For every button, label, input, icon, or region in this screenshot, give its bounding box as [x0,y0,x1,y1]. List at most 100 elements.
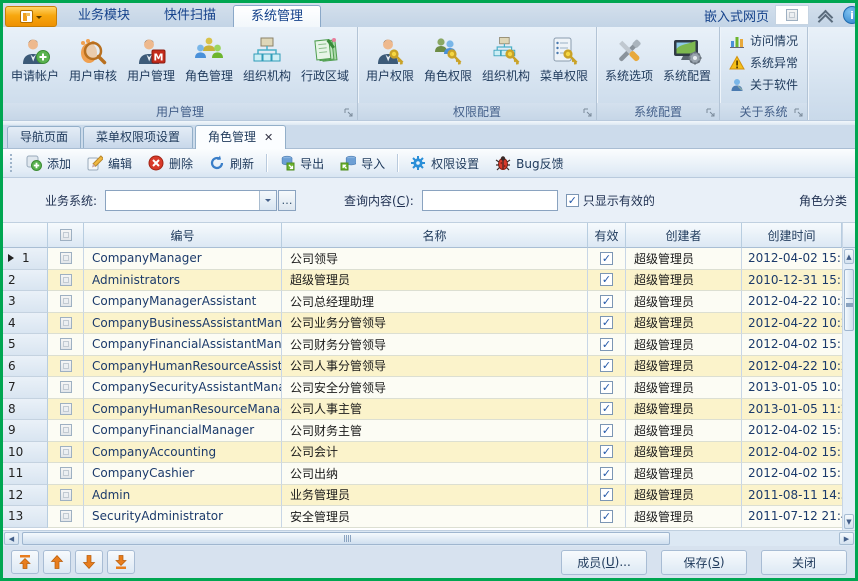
row-select-checkbox[interactable] [60,424,72,436]
document-tab-2[interactable]: 角色管理✕ [195,125,286,149]
valid-checkbox[interactable]: ✓ [600,488,613,501]
ribbon-button-行政区域[interactable]: 行政区域 [296,29,354,85]
document-tab-0[interactable]: 导航页面 [7,126,81,148]
vertical-scrollbar[interactable]: ▲ ▼ [842,223,855,530]
table-row[interactable]: 12 Admin 业务管理员 ✓ 超级管理员 2011-08-11 14:5 [3,485,842,507]
application-menu-button[interactable] [5,6,57,27]
row-select-checkbox[interactable] [60,317,72,329]
row-select-checkbox[interactable] [60,338,72,350]
dialog-launcher-icon[interactable] [344,107,354,117]
valid-checkbox[interactable]: ✓ [600,445,613,458]
dialog-launcher-icon[interactable] [706,107,716,117]
combo-dropdown-icon[interactable] [259,191,276,210]
toolbar-button-删除[interactable]: 删除 [140,151,201,176]
nav-first-row-button[interactable] [11,550,39,574]
close-button[interactable]: 关闭 [761,550,847,575]
table-row[interactable]: 2 Administrators 超级管理员 ✓ 超级管理员 2010-12-3… [3,270,842,292]
column-header-code[interactable]: 编号 [84,223,282,248]
valid-checkbox[interactable]: ✓ [600,316,613,329]
scroll-up-icon[interactable]: ▲ [844,249,854,264]
ribbon-button-申请帐户[interactable]: 申请帐户 [6,29,64,85]
dialog-launcher-icon[interactable] [583,107,593,117]
table-row[interactable]: 11 CompanyCashier 公司出纳 ✓ 超级管理员 2012-04-0… [3,463,842,485]
table-row[interactable]: 4 CompanyBusinessAssistantManager 公司业务分管… [3,313,842,335]
valid-checkbox[interactable]: ✓ [600,359,613,372]
document-tab-1[interactable]: 菜单权限项设置 [83,126,193,148]
scroll-left-icon[interactable]: ◀ [4,532,19,545]
valid-checkbox[interactable]: ✓ [600,467,613,480]
ribbon-button-系统异常[interactable]: 系统异常 [726,53,801,72]
toolbar-button-刷新[interactable]: 刷新 [201,151,262,176]
ribbon-button-用户审核[interactable]: 用户审核 [64,29,122,85]
toolbar-button-导出[interactable]: 导出 [271,151,332,176]
ribbon-button-系统选项[interactable]: 系统选项 [600,29,658,85]
column-header-valid[interactable]: 有效 [588,223,626,248]
save-button[interactable]: 保存(S) [661,550,747,575]
ribbon-button-用户权限[interactable]: 用户权限 [361,29,419,85]
row-select-checkbox[interactable] [60,381,72,393]
row-select-checkbox[interactable] [60,360,72,372]
ribbon-button-角色管理[interactable]: 角色管理 [180,29,238,85]
valid-checkbox[interactable]: ✓ [600,510,613,523]
valid-checkbox[interactable]: ✓ [600,273,613,286]
embedded-web-checkbox[interactable] [786,9,798,21]
table-row[interactable]: 7 CompanySecurityAssistantManager 公司安全分管… [3,377,842,399]
column-header-created[interactable]: 创建时间 [742,223,842,248]
dialog-launcher-icon[interactable] [794,107,804,117]
business-system-browse-button[interactable]: … [278,190,296,211]
valid-checkbox[interactable]: ✓ [600,252,613,265]
row-select-checkbox[interactable] [60,489,72,501]
ribbon-button-访问情况[interactable]: 访问情况 [726,31,801,50]
table-row[interactable]: 10 CompanyAccounting 公司会计 ✓ 超级管理员 2012-0… [3,442,842,464]
ribbon-button-用户管理[interactable]: M用户管理 [122,29,180,85]
row-select-checkbox[interactable] [60,295,72,307]
column-header-name[interactable]: 名称 [282,223,588,248]
vertical-scroll-thumb[interactable] [844,269,854,331]
ribbon-tab-2[interactable]: 系统管理 [233,5,321,27]
row-indicator-header[interactable] [3,223,48,248]
ribbon-button-组织机构[interactable]: 组织机构 [477,29,535,85]
row-select-checkbox[interactable] [60,252,72,264]
toolbar-button-编辑[interactable]: 编辑 [79,151,140,176]
show-valid-only-option[interactable]: ✓ 只显示有效的 [566,192,655,209]
valid-checkbox[interactable]: ✓ [600,381,613,394]
table-row[interactable]: 9 CompanyFinancialManager 公司财务主管 ✓ 超级管理员… [3,420,842,442]
valid-checkbox[interactable]: ✓ [600,295,613,308]
ribbon-button-角色权限[interactable]: 角色权限 [419,29,477,85]
ribbon-button-系统配置[interactable]: 系统配置 [658,29,716,85]
role-category-panel-caption[interactable]: 角色分类 [799,192,847,209]
valid-checkbox[interactable]: ✓ [600,424,613,437]
scroll-right-icon[interactable]: ▶ [839,532,854,545]
scroll-down-icon[interactable]: ▼ [844,514,854,529]
valid-checkbox[interactable]: ✓ [600,338,613,351]
row-select-checkbox[interactable] [60,467,72,479]
toolbar-button-权限设置[interactable]: 权限设置 [402,151,487,176]
help-icon[interactable]: i [843,6,858,24]
select-all-checkbox[interactable] [60,229,72,241]
close-tab-icon[interactable]: ✕ [264,126,273,149]
valid-checkbox[interactable]: ✓ [600,402,613,415]
table-row[interactable]: 1 CompanyManager 公司领导 ✓ 超级管理员 2012-04-02… [3,248,842,270]
table-row[interactable]: 8 CompanyHumanResourceManager 公司人事主管 ✓ 超… [3,399,842,421]
ribbon-button-关于软件[interactable]: 关于软件 [726,75,801,94]
toolbar-button-Bug反馈[interactable]: Bug反馈 [487,151,571,176]
row-select-checkbox[interactable] [60,446,72,458]
table-row[interactable]: 5 CompanyFinancialAssistantManager 公司财务分… [3,334,842,356]
table-row[interactable]: 3 CompanyManagerAssistant 公司总经理助理 ✓ 超级管理… [3,291,842,313]
ribbon-button-组织机构[interactable]: 组织机构 [238,29,296,85]
horizontal-scroll-thumb[interactable] [22,532,670,545]
row-select-checkbox[interactable] [60,510,72,522]
business-system-combo[interactable] [105,190,277,211]
nav-prev-row-button[interactable] [43,550,71,574]
toolbar-button-添加[interactable]: 添加 [18,151,79,176]
ribbon-tab-0[interactable]: 业务模块 [61,5,147,27]
row-select-checkbox[interactable] [60,274,72,286]
vertical-scroll-track[interactable] [843,265,855,513]
ribbon-tab-1[interactable]: 快件扫描 [147,5,233,27]
show-valid-only-checkbox[interactable]: ✓ [566,194,579,207]
nav-next-row-button[interactable] [75,550,103,574]
nav-last-row-button[interactable] [107,550,135,574]
ribbon-button-菜单权限[interactable]: 菜单权限 [535,29,593,85]
column-header-creator[interactable]: 创建者 [626,223,742,248]
table-row[interactable]: 6 CompanyHumanResourceAssista... 公司人事分管领… [3,356,842,378]
